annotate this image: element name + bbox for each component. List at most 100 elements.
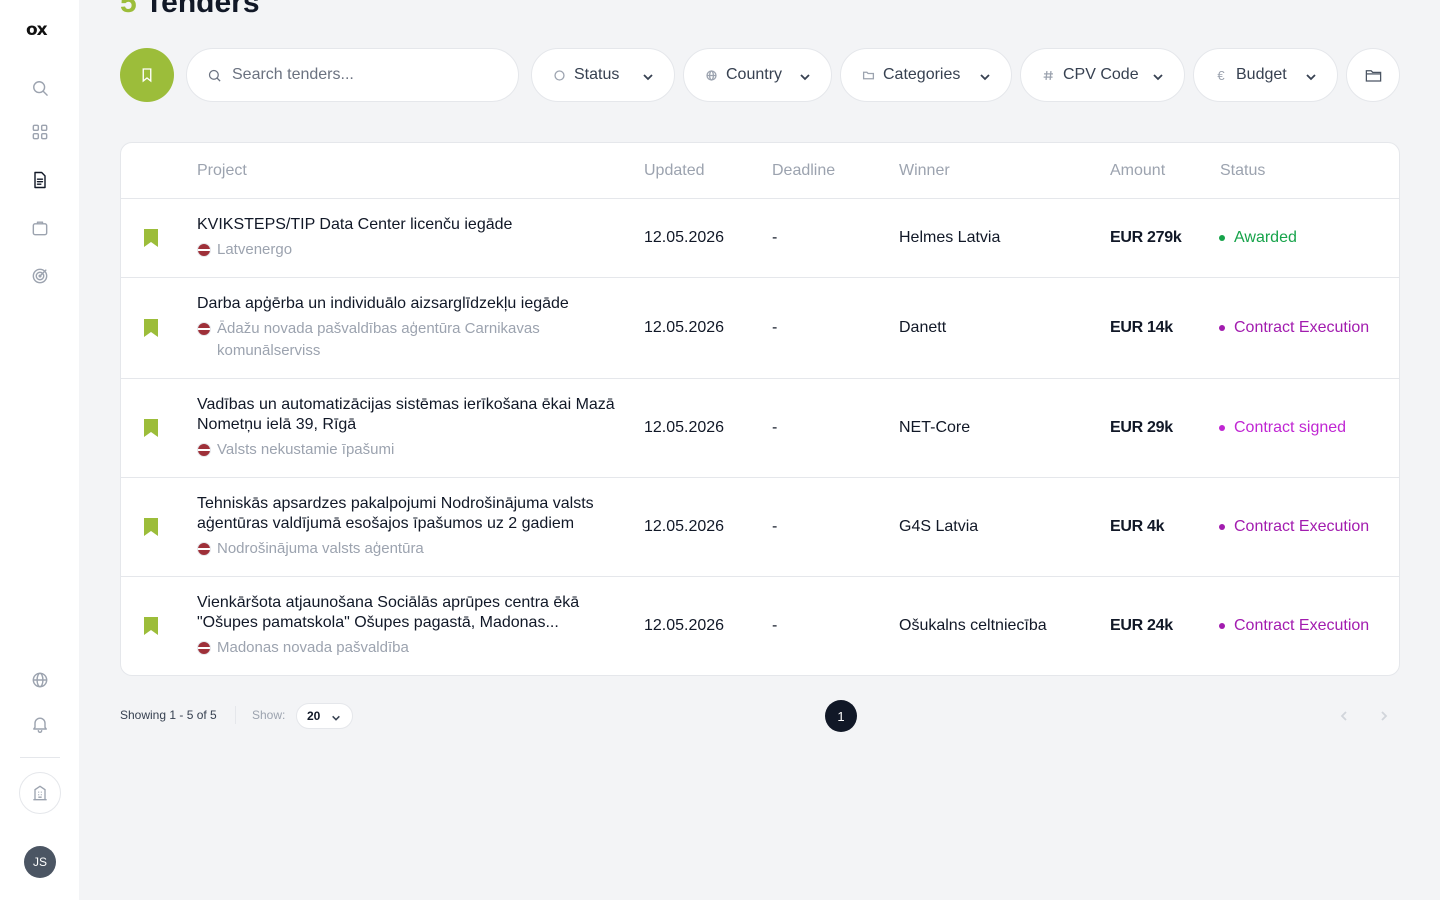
sidebar: ox JS [0, 0, 79, 900]
nav-globe-icon[interactable] [28, 668, 52, 692]
winner: NET-Core [899, 419, 971, 436]
nav-tenders-document-icon[interactable] [28, 168, 52, 192]
status-filter-dropdown[interactable]: Status [531, 48, 675, 102]
winner: Danett [899, 319, 947, 336]
buyer: Nodrošinājuma valsts aģentūra [197, 538, 617, 560]
buyer-name: Valsts nekustamie īpašumi [217, 441, 395, 458]
next-page-button[interactable] [1368, 700, 1400, 732]
user-avatar[interactable]: JS [24, 846, 56, 878]
table-row[interactable]: Darba apģērba un individuālo aizsarglīdz… [121, 278, 1399, 379]
header-winner[interactable]: Winner [899, 162, 950, 180]
deadline: - [772, 518, 778, 535]
chevron-down-icon [642, 70, 654, 82]
status-badge: Contract Execution [1219, 319, 1369, 337]
bookmark-icon[interactable] [144, 617, 158, 635]
chevron-down-icon [979, 70, 991, 82]
winner: Ošukalns celtniecība [899, 617, 1047, 634]
header-deadline[interactable]: Deadline [772, 162, 835, 180]
bookmark-icon[interactable] [144, 419, 158, 437]
amount: EUR 24k [1110, 617, 1173, 634]
organization-building-button[interactable] [19, 772, 61, 814]
updated-date: 12.05.2026 [644, 319, 725, 336]
header-status[interactable]: Status [1220, 162, 1265, 180]
page-button-current[interactable]: 1 [825, 700, 857, 732]
prev-page-button[interactable] [1328, 700, 1360, 732]
saved-bookmark-toggle-button[interactable] [120, 48, 174, 102]
latvia-flag-icon [197, 641, 211, 655]
status-badge: Contract signed [1219, 419, 1346, 437]
chevron-down-icon [332, 715, 340, 721]
table-row[interactable]: Vadības un automatizācijas sistēmas ierī… [121, 379, 1399, 478]
table-header: Project Updated Deadline Winner Amount S… [121, 143, 1399, 199]
buyer: Ādažu novada pašvaldības aģentūra Carnik… [197, 318, 577, 362]
updated-date: 12.05.2026 [644, 617, 725, 634]
page-size-select[interactable]: 20 [296, 703, 353, 729]
page-title-text: Tenders [145, 0, 260, 19]
deadline: - [772, 617, 778, 634]
chevron-left-icon [1340, 711, 1347, 721]
bookmark-icon[interactable] [144, 518, 158, 536]
buyer: Latvenergo [197, 239, 617, 261]
amount: EUR 279k [1110, 229, 1182, 246]
status-dot [1219, 425, 1225, 431]
nav-dashboard-icon[interactable] [28, 120, 52, 144]
project-title[interactable]: Darba apģērba un individuālo aizsarglīdz… [197, 294, 617, 314]
hash-icon [1041, 68, 1055, 82]
building-icon [33, 785, 47, 801]
country-filter-dropdown[interactable]: Country [683, 48, 832, 102]
status-text: Contract Execution [1234, 319, 1370, 336]
nav-bell-icon[interactable] [28, 712, 52, 736]
chevron-right-icon [1381, 711, 1388, 721]
nav-briefcase-icon[interactable] [28, 216, 52, 240]
status-filter-label: Status [574, 66, 620, 83]
budget-filter-dropdown[interactable]: € Budget [1193, 48, 1338, 102]
footer-divider [235, 706, 236, 724]
deadline: - [772, 419, 778, 436]
cpv-code-filter-dropdown[interactable]: CPV Code [1020, 48, 1185, 102]
budget-filter-label: Budget [1236, 66, 1287, 83]
project-title[interactable]: Tehniskās apsardzes pakalpojumi Nodrošin… [197, 494, 617, 534]
country-filter-label: Country [726, 66, 783, 83]
project-title[interactable]: Vienkāršota atjaunošana Sociālās aprūpes… [197, 593, 617, 633]
app-logo[interactable]: ox [26, 20, 48, 40]
winner: G4S Latvia [899, 518, 979, 535]
header-project[interactable]: Project [197, 162, 247, 180]
bookmark-icon[interactable] [144, 229, 158, 247]
sidebar-divider [20, 757, 60, 758]
latvia-flag-icon [197, 243, 211, 257]
status-badge: Contract Execution [1219, 617, 1369, 635]
status-text: Contract Execution [1234, 518, 1370, 535]
bookmark-icon [142, 68, 152, 83]
buyer-name: Latvenergo [217, 241, 293, 258]
project-title[interactable]: Vadības un automatizācijas sistēmas ierī… [197, 395, 617, 435]
showing-count: Showing 1 - 5 of 5 [120, 708, 217, 722]
deadline: - [772, 229, 778, 246]
categories-filter-label: Categories [883, 66, 961, 83]
status-dot [1219, 325, 1225, 331]
header-amount[interactable]: Amount [1110, 162, 1165, 180]
search-box[interactable] [186, 48, 519, 102]
status-circle-icon [552, 68, 566, 82]
nav-target-icon[interactable] [28, 264, 52, 288]
table-row[interactable]: Vienkāršota atjaunošana Sociālās aprūpes… [121, 577, 1399, 675]
bookmark-icon[interactable] [144, 319, 158, 337]
status-text: Awarded [1234, 229, 1297, 246]
chevron-down-icon [1152, 70, 1164, 82]
nav-search-icon[interactable] [28, 76, 52, 100]
status-dot [1219, 524, 1225, 530]
latvia-flag-icon [197, 542, 211, 556]
table-row[interactable]: Tehniskās apsardzes pakalpojumi Nodrošin… [121, 478, 1399, 577]
tender-count: 5 [120, 0, 137, 19]
search-input[interactable] [232, 66, 502, 84]
globe-icon [704, 68, 718, 82]
table-row[interactable]: KVIKSTEPS/TIP Data Center licenču iegāde… [121, 199, 1399, 278]
amount: EUR 29k [1110, 419, 1173, 436]
saved-folders-button[interactable] [1346, 48, 1400, 102]
header-updated[interactable]: Updated [644, 162, 705, 180]
project-title[interactable]: KVIKSTEPS/TIP Data Center licenču iegāde [197, 215, 617, 235]
folder-icon [861, 68, 875, 82]
categories-filter-dropdown[interactable]: Categories [840, 48, 1012, 102]
tenders-table: Project Updated Deadline Winner Amount S… [120, 142, 1400, 676]
amount: EUR 14k [1110, 319, 1173, 336]
cpv-filter-label: CPV Code [1063, 66, 1139, 83]
